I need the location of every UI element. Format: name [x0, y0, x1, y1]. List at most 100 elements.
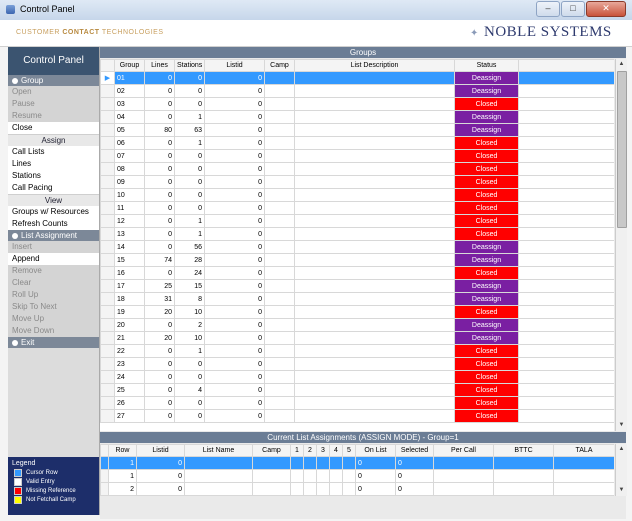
- cell-row[interactable]: 1: [108, 456, 137, 470]
- status-badge[interactable]: Deassign: [454, 318, 519, 332]
- sidebar-item-clear[interactable]: Clear: [8, 277, 99, 289]
- table-row[interactable]: 16 0 24 0 Closed: [100, 266, 614, 280]
- status-badge[interactable]: Closed: [454, 409, 519, 423]
- status-badge[interactable]: Deassign: [454, 279, 519, 293]
- cell-selected[interactable]: 0: [395, 482, 434, 496]
- sidebar-item-stations[interactable]: Stations: [8, 170, 99, 182]
- column-header-status[interactable]: Status: [454, 59, 519, 72]
- table-row[interactable]: 09 0 0 0 Closed: [100, 175, 614, 189]
- cell-2[interactable]: [303, 456, 317, 470]
- column-header-on-list[interactable]: On List: [355, 444, 396, 457]
- section-exit[interactable]: Exit: [8, 337, 99, 348]
- status-badge[interactable]: Closed: [454, 305, 519, 319]
- column-header-list-description[interactable]: List Description: [294, 59, 455, 72]
- sidebar-item-insert[interactable]: Insert: [8, 241, 99, 253]
- column-header-tala[interactable]: TALA: [553, 444, 614, 457]
- status-badge[interactable]: Closed: [454, 396, 519, 410]
- status-badge[interactable]: Deassign: [454, 123, 519, 137]
- table-row[interactable]: 08 0 0 0 Closed: [100, 162, 614, 176]
- status-badge[interactable]: Closed: [454, 188, 519, 202]
- sidebar-item-groups-w-resources[interactable]: Groups w/ Resources: [8, 206, 99, 218]
- table-row[interactable]: 10 0 0 0 Closed: [100, 188, 614, 202]
- column-header-camp[interactable]: Camp: [252, 444, 291, 457]
- table-row[interactable]: 07 0 0 0 Closed: [100, 149, 614, 163]
- table-row[interactable]: 21 20 10 0 Deassign: [100, 331, 614, 345]
- groups-scrollbar[interactable]: ▲ ▼: [615, 59, 627, 431]
- status-badge[interactable]: Closed: [454, 175, 519, 189]
- status-badge[interactable]: Closed: [454, 370, 519, 384]
- section-group[interactable]: Group: [8, 75, 99, 86]
- table-row[interactable]: 1000: [100, 456, 614, 470]
- column-header-5[interactable]: 5: [342, 444, 356, 457]
- cell-listid[interactable]: 0: [136, 469, 185, 483]
- status-badge[interactable]: Closed: [454, 162, 519, 176]
- sidebar-item-refresh-counts[interactable]: Refresh Counts: [8, 218, 99, 230]
- sidebar-item-open[interactable]: Open: [8, 86, 99, 98]
- table-row[interactable]: 26 0 0 0 Closed: [100, 396, 614, 410]
- table-row[interactable]: 1000: [100, 469, 614, 483]
- sidebar-item-call-lists[interactable]: Call Lists: [8, 146, 99, 158]
- cell-camp[interactable]: [252, 469, 291, 483]
- column-header-2[interactable]: 2: [303, 444, 317, 457]
- cell-tala[interactable]: [553, 469, 614, 483]
- sidebar-item-resume[interactable]: Resume: [8, 110, 99, 122]
- cell-row[interactable]: 1: [108, 469, 137, 483]
- table-row[interactable]: 18 31 8 0 Deassign: [100, 292, 614, 306]
- table-row[interactable]: 02 0 0 0 Deassign: [100, 84, 614, 98]
- column-header-list-name[interactable]: List Name: [184, 444, 253, 457]
- cell-camp[interactable]: [252, 482, 291, 496]
- column-header-selected[interactable]: Selected: [395, 444, 434, 457]
- cell-5[interactable]: [342, 469, 356, 483]
- status-badge[interactable]: Closed: [454, 344, 519, 358]
- cell-tala[interactable]: [553, 482, 614, 496]
- cell-selected[interactable]: 0: [395, 456, 434, 470]
- table-row[interactable]: ▶ 01 0 0 0 Deassign: [100, 71, 614, 85]
- table-row[interactable]: 25 0 4 0 Closed: [100, 383, 614, 397]
- cell-list-name[interactable]: [184, 469, 253, 483]
- column-header-camp[interactable]: Camp: [264, 59, 295, 72]
- scroll-up-icon[interactable]: ▲: [616, 444, 627, 455]
- cell-3[interactable]: [316, 482, 330, 496]
- cell-listid[interactable]: 0: [136, 456, 185, 470]
- cell-tala[interactable]: [553, 456, 614, 470]
- cell-on-list[interactable]: 0: [355, 456, 396, 470]
- status-badge[interactable]: Closed: [454, 227, 519, 241]
- table-row[interactable]: 03 0 0 0 Closed: [100, 97, 614, 111]
- table-row[interactable]: 2000: [100, 482, 614, 496]
- sidebar-item-pause[interactable]: Pause: [8, 98, 99, 110]
- table-row[interactable]: 12 0 1 0 Closed: [100, 214, 614, 228]
- column-header-4[interactable]: 4: [329, 444, 343, 457]
- sidebar-item-roll-up[interactable]: Roll Up: [8, 289, 99, 301]
- status-badge[interactable]: Deassign: [454, 84, 519, 98]
- cell-1[interactable]: [290, 456, 304, 470]
- column-header-lines[interactable]: Lines: [144, 59, 175, 72]
- column-header-per-call[interactable]: Per Call: [433, 444, 494, 457]
- cell-on-list[interactable]: 0: [355, 469, 396, 483]
- column-header-stations[interactable]: Stations: [174, 59, 205, 72]
- cell-4[interactable]: [329, 469, 343, 483]
- column-header-row[interactable]: Row: [108, 444, 137, 457]
- table-row[interactable]: 13 0 1 0 Closed: [100, 227, 614, 241]
- cell-3[interactable]: [316, 456, 330, 470]
- cell-3[interactable]: [316, 469, 330, 483]
- sidebar-item-lines[interactable]: Lines: [8, 158, 99, 170]
- sidebar-item-close[interactable]: Close: [8, 122, 99, 134]
- minimize-button[interactable]: –: [536, 1, 560, 17]
- close-window-button[interactable]: ✕: [586, 1, 626, 17]
- status-badge[interactable]: Closed: [454, 266, 519, 280]
- sidebar-item-remove[interactable]: Remove: [8, 265, 99, 277]
- sidebar-item-move-up[interactable]: Move Up: [8, 313, 99, 325]
- sidebar-item-call-pacing[interactable]: Call Pacing: [8, 182, 99, 194]
- maximize-button[interactable]: □: [561, 1, 585, 17]
- status-badge[interactable]: Deassign: [454, 253, 519, 267]
- table-row[interactable]: 11 0 0 0 Closed: [100, 201, 614, 215]
- cell-per-call[interactable]: [433, 469, 494, 483]
- status-badge[interactable]: Deassign: [454, 71, 519, 85]
- status-badge[interactable]: Closed: [454, 136, 519, 150]
- cell-selected[interactable]: 0: [395, 469, 434, 483]
- status-badge[interactable]: Deassign: [454, 292, 519, 306]
- cell-5[interactable]: [342, 482, 356, 496]
- column-header-3[interactable]: 3: [316, 444, 330, 457]
- cell-bttc[interactable]: [493, 469, 554, 483]
- status-badge[interactable]: Closed: [454, 383, 519, 397]
